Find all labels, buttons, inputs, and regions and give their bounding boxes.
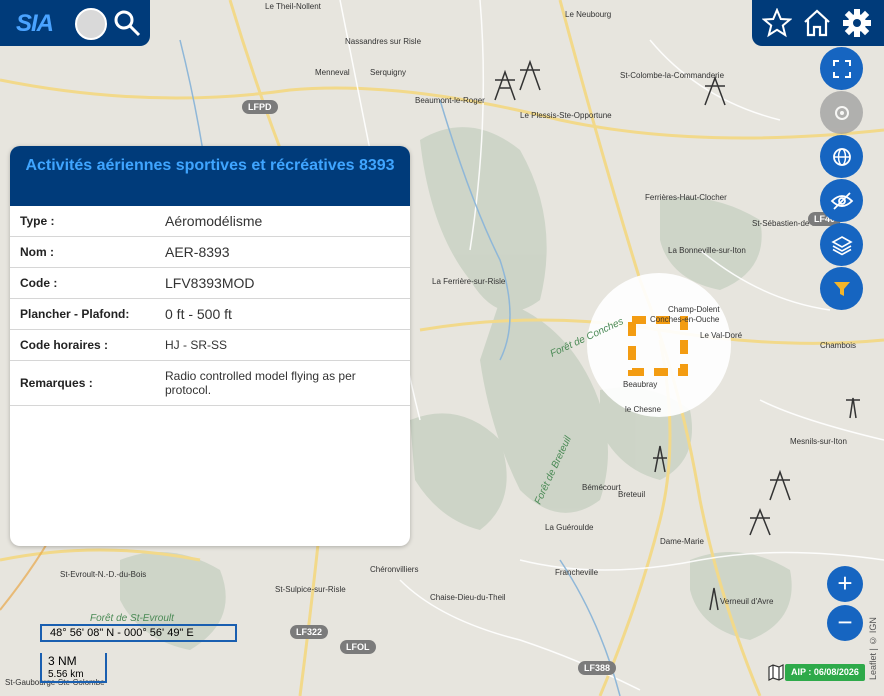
row-label: Type :: [20, 214, 55, 228]
visibility-button[interactable]: [820, 179, 863, 222]
theme-toggle[interactable]: [75, 8, 107, 40]
row-value: Radio controlled model flying as per pro…: [165, 369, 356, 397]
svg-text:Chambois: Chambois: [820, 341, 856, 350]
svg-text:Champ-Dolent: Champ-Dolent: [668, 305, 720, 314]
svg-text:Serquigny: Serquigny: [370, 68, 406, 77]
row-value: HJ - SR-SS: [165, 338, 228, 352]
globe-button[interactable]: [820, 135, 863, 178]
svg-text:Breteuil: Breteuil: [618, 490, 645, 499]
info-row-code: Code : LFV8393MOD: [10, 268, 410, 299]
row-value: LFV8393MOD: [165, 275, 255, 291]
svg-text:Verneuil d'Avre: Verneuil d'Avre: [720, 597, 774, 606]
map-icon[interactable]: [768, 664, 784, 681]
home-icon[interactable]: [802, 8, 832, 38]
coordinates-readout: 48° 56' 08" N - 000° 56' 49" E: [40, 624, 237, 642]
svg-text:Beaubray: Beaubray: [623, 380, 657, 389]
svg-text:St-Colombe-la-Commanderie: St-Colombe-la-Commanderie: [620, 71, 725, 80]
info-row-name: Nom : AER-8393: [10, 237, 410, 268]
row-label: Code horaires :: [20, 338, 109, 352]
svg-text:Le Val-Doré: Le Val-Doré: [700, 331, 743, 340]
info-row-type: Type : Aéromodélisme: [10, 206, 410, 237]
svg-text:Mesnils-sur-Iton: Mesnils-sur-Iton: [790, 437, 847, 446]
top-left-toolbar: SIA: [0, 0, 150, 46]
info-row-remarks: Remarques : Radio controlled model flyin…: [10, 361, 410, 406]
gear-icon[interactable]: [842, 8, 872, 38]
row-value: 0 ft - 500 ft: [165, 306, 232, 322]
aip-date-badge[interactable]: AIP : 06/08/2026: [785, 664, 865, 681]
info-row-schedule: Code horaires : HJ - SR-SS: [10, 330, 410, 361]
svg-text:Beaumont-le-Roger: Beaumont-le-Roger: [415, 96, 485, 105]
svg-text:Conches-en-Ouche: Conches-en-Ouche: [650, 315, 720, 324]
fullscreen-icon: [832, 59, 851, 78]
zoom-in-button[interactable]: +: [827, 566, 863, 602]
svg-text:Nassandres sur Risle: Nassandres sur Risle: [345, 37, 422, 46]
svg-text:Menneval: Menneval: [315, 68, 350, 77]
row-label: Plancher - Plafond:: [20, 307, 130, 321]
eye-off-icon: [830, 191, 853, 210]
svg-text:Forêt de St-Evroult: Forêt de St-Evroult: [90, 613, 175, 624]
svg-text:Dame-Marie: Dame-Marie: [660, 537, 705, 546]
row-label: Code :: [20, 276, 58, 290]
svg-text:La Ferrière-sur-Risle: La Ferrière-sur-Risle: [432, 277, 506, 286]
panel-title: Activités aériennes sportives et récréat…: [10, 146, 410, 206]
locate-icon: [834, 105, 849, 120]
scale-nm: 3 NM: [48, 654, 77, 668]
filter-icon: [833, 281, 850, 296]
fullscreen-button[interactable]: [820, 47, 863, 90]
row-value: AER-8393: [165, 244, 230, 260]
row-value: Aéromodélisme: [165, 213, 263, 229]
row-label: Nom :: [20, 245, 54, 259]
svg-text:Bémécourt: Bémécourt: [582, 483, 621, 492]
svg-text:le Chesne: le Chesne: [625, 405, 662, 414]
filter-button[interactable]: [820, 267, 863, 310]
scale-km: 5.56 km: [48, 669, 84, 680]
svg-text:La Bonneville-sur-Iton: La Bonneville-sur-Iton: [668, 246, 746, 255]
locate-button[interactable]: [820, 91, 863, 134]
svg-text:La Guéroulde: La Guéroulde: [545, 523, 594, 532]
globe-icon: [832, 147, 851, 166]
svg-text:St-Sulpice-sur-Risle: St-Sulpice-sur-Risle: [275, 585, 346, 594]
svg-text:Chéronvilliers: Chéronvilliers: [370, 565, 418, 574]
airfield-badge-lfpd[interactable]: LFPD: [242, 100, 278, 114]
svg-text:Francheville: Francheville: [555, 568, 599, 577]
zoom-out-button[interactable]: −: [827, 605, 863, 641]
svg-text:Chaise-Dieu-du-Theil: Chaise-Dieu-du-Theil: [430, 593, 506, 602]
layers-button[interactable]: [820, 223, 863, 266]
info-row-floor-ceiling: Plancher - Plafond: 0 ft - 500 ft: [10, 299, 410, 330]
map-attribution[interactable]: Leaflet | © IGN: [868, 570, 882, 680]
airfield-badge-lf322[interactable]: LF322: [290, 625, 329, 639]
airfield-badge-lfol[interactable]: LFOL: [340, 640, 376, 654]
airfield-badge-lf388[interactable]: LF388: [578, 661, 617, 675]
svg-text:Le Plessis-Ste-Opportune: Le Plessis-Ste-Opportune: [520, 111, 612, 120]
svg-text:Le Neubourg: Le Neubourg: [565, 10, 611, 19]
sia-logo[interactable]: SIA: [16, 10, 54, 38]
svg-text:Le Theil-Nollent: Le Theil-Nollent: [265, 2, 322, 11]
svg-text:St-Evroult-N.-D.-du-Bois: St-Evroult-N.-D.-du-Bois: [60, 570, 146, 579]
zone-info-panel: Activités aériennes sportives et récréat…: [10, 146, 410, 546]
svg-text:Ferrières-Haut-Clocher: Ferrières-Haut-Clocher: [645, 193, 727, 202]
star-icon[interactable]: [762, 8, 792, 38]
layers-icon: [830, 235, 853, 255]
search-icon[interactable]: [112, 8, 142, 38]
row-label: Remarques :: [20, 376, 93, 390]
top-right-toolbar: [752, 0, 884, 46]
selected-zone-circle[interactable]: [587, 273, 731, 417]
